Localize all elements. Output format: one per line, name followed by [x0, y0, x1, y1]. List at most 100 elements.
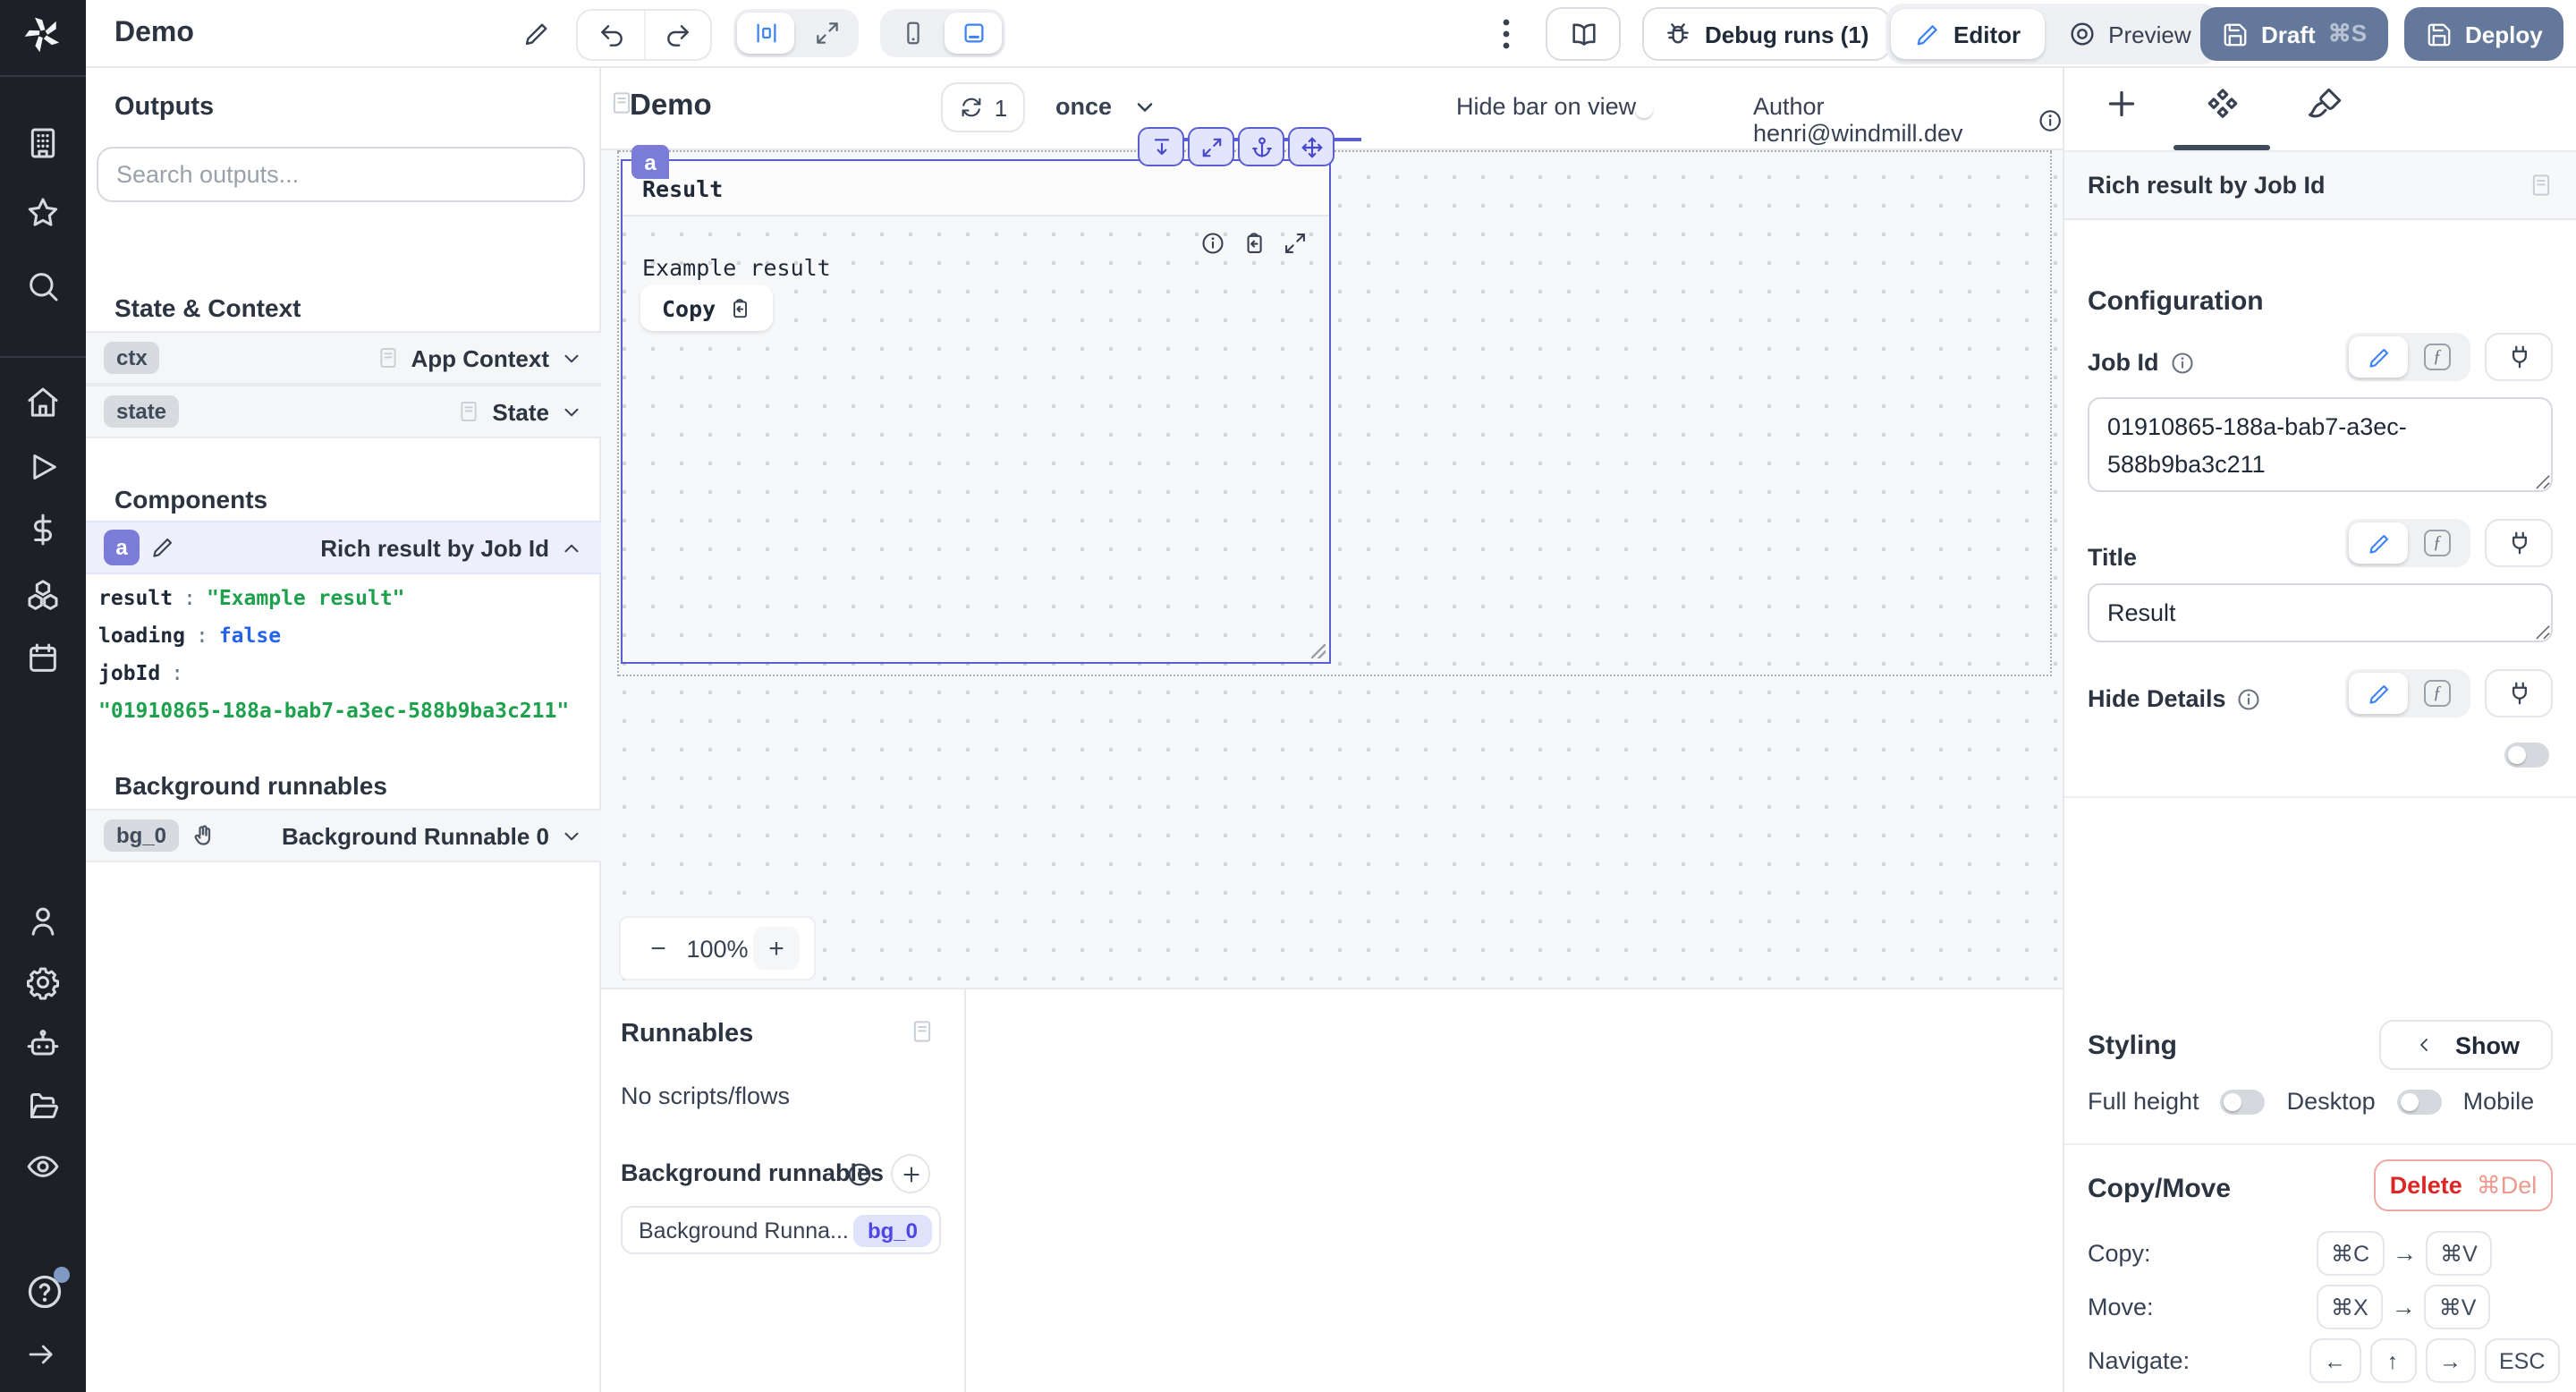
edit-component-id-button[interactable]: [150, 535, 175, 560]
preview-label: Preview: [2108, 21, 2191, 47]
ctx-output-row[interactable]: ctx App Context: [86, 331, 601, 385]
outputs-docs-button[interactable]: [608, 89, 635, 116]
clipboard-icon[interactable]: [1241, 231, 1267, 256]
info-icon[interactable]: [1200, 231, 1225, 256]
runnables-docs-button[interactable]: [909, 1018, 936, 1045]
sidebar-item-help[interactable]: [25, 1267, 70, 1311]
sidebar-item-workspace[interactable]: [25, 125, 61, 161]
hand-pointer-icon: [194, 824, 211, 845]
background-runnable-row[interactable]: bg_0 Background Runnable 0: [86, 809, 601, 862]
static-mode-button[interactable]: [2349, 673, 2408, 714]
selected-component-rich-result[interactable]: a Result Example result Copy: [621, 127, 1361, 664]
info-icon[interactable]: [2038, 106, 2063, 133]
component-output-row[interactable]: a Rich result by Job Id: [86, 521, 601, 574]
expression-mode-button[interactable]: ƒ: [2408, 673, 2467, 714]
info-icon[interactable]: [2237, 686, 2262, 711]
sidebar-item-settings[interactable]: [25, 964, 61, 1000]
preview-tab[interactable]: Preview: [2044, 9, 2215, 59]
component-output-json: result: "Example result" loading: false jo…: [98, 580, 569, 730]
document-icon: [613, 92, 631, 114]
sidebar-item-runs[interactable]: [25, 449, 61, 485]
title-input[interactable]: Result: [2088, 583, 2553, 642]
deploy-button[interactable]: Deploy: [2404, 7, 2564, 61]
move-handle[interactable]: [1288, 127, 1335, 166]
styling-show-button[interactable]: Show: [2379, 1020, 2553, 1070]
copy-result-button[interactable]: Copy: [640, 284, 774, 331]
windmill-logo[interactable]: [0, 0, 86, 68]
title-connect-button[interactable]: [2485, 519, 2553, 567]
key: ⌘C: [2317, 1231, 2385, 1276]
state-output-row[interactable]: state State: [86, 385, 601, 438]
app-canvas[interactable]: a Result Example result Copy − 100% +: [601, 127, 2063, 988]
anchor-handle[interactable]: [1238, 127, 1284, 166]
add-background-runnable-button[interactable]: [891, 1154, 930, 1193]
centered-layout-button[interactable]: [737, 13, 794, 54]
editor-label: Editor: [1953, 21, 2021, 47]
background-runnable-item[interactable]: Background Runna... bg_0: [621, 1206, 941, 1254]
desktop-view-button[interactable]: [945, 13, 1002, 54]
chevron-up-icon[interactable]: [560, 536, 583, 559]
chevron-down-icon[interactable]: [560, 346, 583, 369]
static-mode-button[interactable]: [2349, 336, 2408, 378]
tab-insert-component[interactable]: [2104, 86, 2143, 125]
component-docs-button[interactable]: [2528, 172, 2555, 199]
sidebar-item-resources[interactable]: [25, 576, 61, 612]
bug-icon: [1667, 23, 1689, 44]
more-menu-button[interactable]: [1492, 14, 1521, 54]
plug-icon: [2512, 345, 2526, 369]
undo-button[interactable]: [578, 11, 644, 59]
sidebar-item-workers[interactable]: [25, 1027, 61, 1063]
plug-icon: [2512, 531, 2526, 555]
redo-button[interactable]: [644, 11, 710, 59]
debug-runs-button[interactable]: Debug runs (1): [1642, 7, 1891, 61]
expand-down-handle[interactable]: [1138, 127, 1184, 166]
info-icon[interactable]: [2170, 350, 2195, 375]
sidebar-item-favorites[interactable]: [25, 195, 61, 231]
search-outputs-input[interactable]: [97, 147, 585, 202]
static-mode-button[interactable]: [2349, 522, 2408, 564]
ctx-row-label: App Context: [411, 344, 549, 371]
maximize-icon[interactable]: [1283, 231, 1308, 256]
mobile-view-button[interactable]: [884, 13, 941, 54]
shortcut-row-move: Move: ⌘X → ⌘V: [2088, 1285, 2553, 1329]
refresh-schedule-select[interactable]: once: [1055, 93, 1157, 120]
hide-details-toggle[interactable]: [2504, 743, 2549, 768]
sidebar-item-home[interactable]: [25, 385, 61, 420]
book-open-icon: [1572, 22, 1595, 45]
expression-mode-button[interactable]: ƒ: [2408, 522, 2467, 564]
expression-mode-button[interactable]: ƒ: [2408, 336, 2467, 378]
zoom-in-button[interactable]: +: [753, 927, 800, 970]
sidebar-item-folders[interactable]: [25, 1088, 61, 1124]
desktop-toggle[interactable]: [2396, 1089, 2442, 1114]
full-width-layout-button[interactable]: [798, 13, 855, 54]
delete-component-button[interactable]: Delete ⌘Del: [2374, 1159, 2553, 1211]
sidebar-item-audit[interactable]: [25, 1149, 61, 1184]
job-id-connect-button[interactable]: [2485, 333, 2553, 381]
shortcut-label: Move:: [2088, 1294, 2154, 1320]
tab-component-settings[interactable]: [2204, 86, 2243, 125]
rename-app-button[interactable]: [522, 20, 551, 48]
full-height-toggle[interactable]: [2220, 1089, 2266, 1114]
component-resize-grip[interactable]: [1311, 644, 1326, 658]
docs-button[interactable]: [1546, 7, 1621, 61]
state-badge: state: [104, 395, 180, 428]
sidebar-item-search[interactable]: [25, 268, 61, 304]
runnables-empty-text: No scripts/flows: [621, 1082, 791, 1109]
hide-details-connect-button[interactable]: [2485, 669, 2553, 717]
chevron-down-icon[interactable]: [560, 400, 583, 423]
save-draft-button[interactable]: Draft ⌘S: [2200, 7, 2389, 61]
refresh-button[interactable]: 1: [941, 82, 1025, 132]
editor-tab[interactable]: Editor: [1891, 9, 2045, 59]
sidebar-item-schedules[interactable]: [25, 641, 61, 676]
chevron-down-icon[interactable]: [560, 824, 583, 847]
expand-handle[interactable]: [1188, 127, 1234, 166]
sidebar-item-variables[interactable]: [25, 512, 61, 547]
job-id-input[interactable]: 01910865-188a-bab7-a3ec-588b9ba3c211: [2088, 397, 2553, 492]
zoom-out-button[interactable]: −: [635, 927, 682, 970]
schedule-value: once: [1055, 93, 1113, 120]
sidebar-expand-button[interactable]: [25, 1338, 61, 1374]
key: ←: [2309, 1338, 2360, 1383]
tab-styling[interactable]: [2308, 86, 2347, 125]
info-icon[interactable]: [846, 1161, 873, 1188]
sidebar-item-users[interactable]: [25, 904, 61, 939]
